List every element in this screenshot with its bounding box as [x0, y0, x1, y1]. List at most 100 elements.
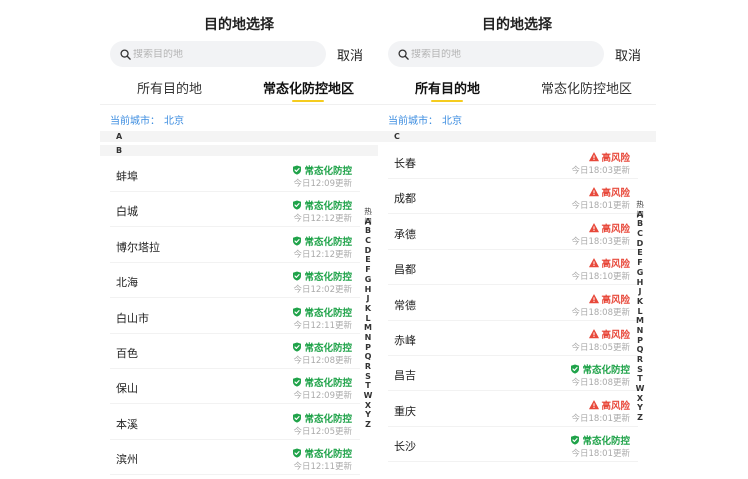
- index-letter-q[interactable]: Q: [634, 345, 646, 355]
- city-row[interactable]: 博尔塔拉 常态化防控 今日12:12更新: [110, 228, 360, 263]
- city-row[interactable]: 百色 常态化防控今日12:08更新: [110, 334, 360, 369]
- index-letter-r[interactable]: R: [362, 362, 374, 372]
- search-bar[interactable]: [388, 41, 604, 67]
- section-header-b: B: [100, 145, 378, 156]
- index-letter-e[interactable]: E: [362, 255, 374, 265]
- index-letter-e[interactable]: E: [634, 248, 646, 258]
- index-letter-w[interactable]: W: [634, 384, 646, 394]
- city-row[interactable]: 白城 常态化防控 今日12:12更新: [110, 192, 360, 228]
- tab-all-destinations[interactable]: 所有目的地: [100, 78, 239, 97]
- index-letter-y[interactable]: Y: [362, 410, 374, 420]
- search-input[interactable]: [411, 48, 581, 60]
- index-hot[interactable]: 热门: [634, 200, 646, 219]
- index-letter-c[interactable]: C: [634, 229, 646, 239]
- city-row[interactable]: 昌都 高风险 今日18:10更新: [388, 250, 638, 286]
- index-letter-j[interactable]: J: [634, 287, 646, 297]
- city-row[interactable]: 北海 常态化防控 今日12:02更新: [110, 263, 360, 299]
- city-row[interactable]: 成都 高风险 今日18:01更新: [388, 179, 638, 215]
- city-row[interactable]: 常德 高风险 今日18:08更新: [388, 286, 638, 321]
- alphabet-index[interactable]: 热门 A B C D E F G H J K L M N P Q R S T W X Y Z: [634, 200, 646, 423]
- risk-status-badge: 常态化防控: [292, 163, 352, 177]
- risk-status-label: 常态化防控: [304, 449, 352, 461]
- index-letter-k[interactable]: K: [362, 304, 374, 314]
- page-title: 目的地选择: [482, 17, 552, 33]
- index-letter-n[interactable]: N: [362, 333, 374, 343]
- city-row[interactable]: 赤峰 高风险 今日18:05更新: [388, 321, 638, 356]
- index-letter-d[interactable]: D: [634, 239, 646, 249]
- risk-status-badge: 高风险: [589, 256, 630, 270]
- index-letter-s[interactable]: S: [634, 365, 646, 375]
- index-letter-f[interactable]: F: [634, 258, 646, 268]
- index-letter-b[interactable]: B: [634, 219, 646, 229]
- index-letter-g[interactable]: G: [634, 268, 646, 278]
- current-city-value[interactable]: 北京: [164, 116, 184, 127]
- city-row[interactable]: 承德 高风险 今日18:03更新: [388, 215, 638, 250]
- index-letter-j[interactable]: J: [362, 294, 374, 304]
- index-letter-t[interactable]: T: [362, 381, 374, 391]
- city-row[interactable]: 本溪 常态化防控 今日12:05更新: [110, 405, 360, 440]
- index-letter-z[interactable]: Z: [362, 420, 374, 430]
- city-row[interactable]: 重庆 高风险 今日18:01更新: [388, 392, 638, 427]
- shield-check-icon: [293, 236, 302, 246]
- index-letter-l[interactable]: L: [362, 314, 374, 324]
- cancel-button[interactable]: 取消: [337, 45, 363, 64]
- index-letter-l[interactable]: L: [634, 307, 646, 317]
- current-city-value[interactable]: 北京: [442, 116, 462, 127]
- index-letter-x[interactable]: X: [362, 401, 374, 411]
- index-letter-p[interactable]: P: [362, 343, 374, 353]
- index-letter-t[interactable]: T: [634, 374, 646, 384]
- index-letter-k[interactable]: K: [634, 297, 646, 307]
- risk-status-badge: 常态化防控: [292, 305, 352, 319]
- index-letter-c[interactable]: C: [362, 236, 374, 246]
- alphabet-index[interactable]: 热门 A B C D E F G H J K L M N P Q R S T W X Y Z: [362, 207, 374, 430]
- index-letter-h[interactable]: H: [362, 285, 374, 295]
- update-time: 今日18:03更新: [571, 166, 631, 176]
- city-row[interactable]: 长沙 常态化防控 今日18:01更新: [388, 427, 638, 463]
- index-letter-s[interactable]: S: [362, 372, 374, 382]
- cancel-button[interactable]: 取消: [615, 45, 641, 64]
- city-row[interactable]: 蚌埠 常态化防控 今日12:09更新: [110, 157, 360, 192]
- current-city[interactable]: 当前城市： 北京: [110, 112, 188, 127]
- city-name: 长春: [394, 157, 416, 170]
- index-letter-w[interactable]: W: [362, 391, 374, 401]
- index-hot[interactable]: 热门: [362, 207, 374, 226]
- index-letter-z[interactable]: Z: [634, 413, 646, 423]
- risk-status-badge: 高风险: [589, 398, 630, 412]
- city-row[interactable]: 昌吉 常态化防控 今日18:08更新: [388, 356, 638, 392]
- index-letter-x[interactable]: X: [634, 394, 646, 404]
- index-letter-q[interactable]: Q: [362, 352, 374, 362]
- tab-all-destinations[interactable]: 所有目的地: [378, 78, 517, 97]
- index-letter-r[interactable]: R: [634, 355, 646, 365]
- update-time: 今日12:05更新: [293, 426, 353, 437]
- city-row[interactable]: 保山 常态化防控 今日12:09更新: [110, 369, 360, 405]
- index-letter-d[interactable]: D: [362, 246, 374, 256]
- search-bar[interactable]: [110, 41, 326, 67]
- index-letter-p[interactable]: P: [634, 336, 646, 346]
- risk-status-label: 常态化防控: [304, 343, 352, 354]
- update-time: 今日12:08更新: [293, 356, 353, 366]
- city-row[interactable]: 滨州 常态化防控 今日12:11更新: [110, 440, 360, 476]
- index-letter-m[interactable]: M: [634, 316, 646, 326]
- search-input[interactable]: [133, 48, 303, 60]
- city-name: 百色: [116, 347, 138, 360]
- update-time: 今日12:02更新: [293, 285, 353, 296]
- index-letter-y[interactable]: Y: [634, 403, 646, 413]
- shield-check-icon: [293, 165, 302, 175]
- index-letter-h[interactable]: H: [634, 278, 646, 288]
- index-letter-n[interactable]: N: [634, 326, 646, 336]
- divider: [100, 104, 378, 105]
- destination-panel-right: 目的地选择 取消 所有目的地 常态化防控地区 当前城市：北京 C长春高风险今日1…: [378, 0, 656, 479]
- index-letter-f[interactable]: F: [362, 265, 374, 275]
- risk-status-label: 常态化防控: [304, 236, 352, 248]
- tab-normalized-control-areas[interactable]: 常态化防控地区: [239, 78, 378, 97]
- current-city-label: 当前城市：: [110, 116, 160, 127]
- warning-triangle-icon: [589, 400, 600, 410]
- city-row[interactable]: 白山市 常态化防控 今日12:11更新: [110, 299, 360, 334]
- city-row[interactable]: 长春 高风险 今日18:03更新: [388, 144, 638, 179]
- index-letter-g[interactable]: G: [362, 275, 374, 285]
- current-city[interactable]: 当前城市： 北京: [388, 112, 466, 127]
- tab-normalized-control-areas[interactable]: 常态化防控地区: [517, 78, 656, 97]
- index-letter-b[interactable]: B: [362, 226, 374, 236]
- update-time: 今日18:01更新: [571, 413, 631, 424]
- index-letter-m[interactable]: M: [362, 323, 374, 333]
